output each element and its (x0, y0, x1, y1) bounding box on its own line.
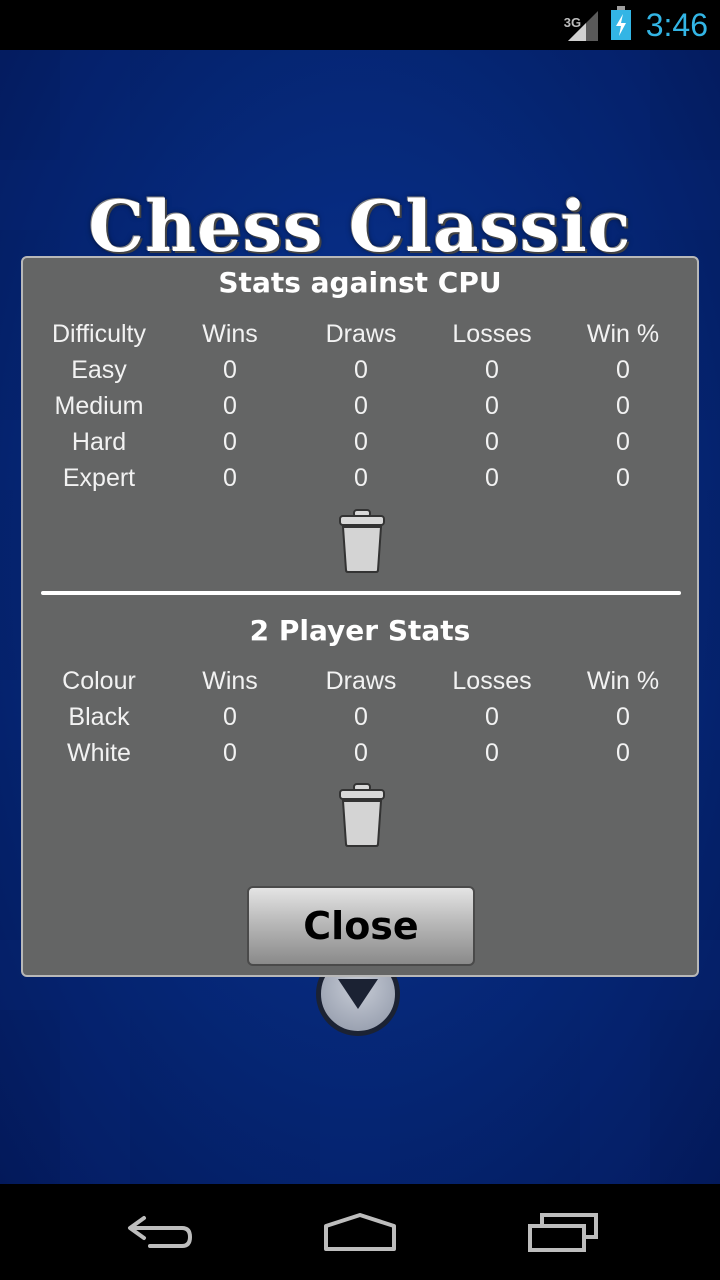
row-label: Hard (71, 428, 127, 456)
trash-icon (339, 783, 385, 847)
losses-value: 0 (485, 356, 499, 384)
status-bar: 3G 3:46 (0, 0, 720, 50)
table-row: Easy 0 0 0 0 (23, 352, 697, 388)
header-losses: Losses (452, 667, 532, 695)
signal-icon: 3G (564, 7, 600, 43)
header-difficulty: Difficulty (51, 320, 147, 348)
back-button[interactable] (120, 1206, 200, 1258)
home-icon (324, 1213, 396, 1251)
clear-cpu-stats-button[interactable] (337, 508, 387, 574)
win-percent-value: 0 (616, 356, 630, 384)
row-label: White (67, 739, 131, 767)
clock: 3:46 (645, 6, 708, 43)
wins-value: 0 (223, 392, 237, 420)
losses-value: 0 (485, 392, 499, 420)
back-icon (128, 1216, 193, 1248)
draws-value: 0 (354, 464, 368, 492)
win-percent-value: 0 (616, 392, 630, 420)
network-type: 3G (563, 15, 582, 30)
two-player-stats-title: 2 Player Stats (249, 614, 471, 647)
draws-value: 0 (354, 392, 368, 420)
row-label: Medium (54, 392, 144, 420)
draws-value: 0 (354, 739, 368, 767)
header-colour: Colour (62, 667, 136, 695)
wins-value: 0 (223, 356, 237, 384)
section-divider (41, 591, 681, 595)
win-percent-value: 0 (616, 703, 630, 731)
two-player-stats-table: Colour Wins Draws Losses Win % Black 0 0… (23, 663, 697, 771)
losses-value: 0 (485, 703, 499, 731)
header-draws: Draws (325, 667, 397, 695)
table-row: Expert 0 0 0 0 (23, 460, 697, 496)
losses-value: 0 (485, 464, 499, 492)
wins-value: 0 (223, 464, 237, 492)
header-wins: Wins (202, 667, 258, 695)
row-label: Easy (71, 356, 127, 384)
table-header-row: Difficulty Wins Draws Losses Win % (23, 316, 697, 352)
table-row: Black 0 0 0 0 (23, 699, 697, 735)
draws-value: 0 (354, 428, 368, 456)
cpu-stats-table: Difficulty Wins Draws Losses Win % Easy … (23, 316, 697, 496)
battery-charging-icon (610, 6, 632, 44)
wins-value: 0 (223, 428, 237, 456)
status-icons: 3G 3:46 (564, 0, 708, 50)
arrow-down-icon (338, 979, 378, 1009)
losses-value: 0 (485, 428, 499, 456)
wins-value: 0 (223, 739, 237, 767)
win-percent-value: 0 (616, 739, 630, 767)
draws-value: 0 (354, 703, 368, 731)
header-win-percent: Win % (586, 320, 660, 348)
header-wins: Wins (202, 320, 258, 348)
header-win-percent: Win % (586, 667, 660, 695)
table-header-row: Colour Wins Draws Losses Win % (23, 663, 697, 699)
stats-dialog: Stats against CPU Difficulty Wins Draws … (21, 256, 699, 977)
header-losses: Losses (452, 320, 532, 348)
row-label: Black (68, 703, 130, 731)
wins-value: 0 (223, 703, 237, 731)
recent-apps-button[interactable] (522, 1206, 602, 1258)
table-row: White 0 0 0 0 (23, 735, 697, 771)
draws-value: 0 (354, 356, 368, 384)
win-percent-value: 0 (616, 464, 630, 492)
row-label: Expert (62, 464, 136, 492)
cpu-stats-title: Stats against CPU (218, 266, 502, 299)
table-row: Medium 0 0 0 0 (23, 388, 697, 424)
trash-icon (339, 509, 385, 573)
clear-two-player-stats-button[interactable] (337, 782, 387, 848)
losses-value: 0 (485, 739, 499, 767)
header-draws: Draws (325, 320, 397, 348)
recent-apps-icon (528, 1213, 598, 1252)
win-percent-value: 0 (616, 428, 630, 456)
home-button[interactable] (320, 1206, 400, 1258)
close-button[interactable]: Close (247, 886, 475, 966)
navigation-bar (0, 1184, 720, 1280)
table-row: Hard 0 0 0 0 (23, 424, 697, 460)
